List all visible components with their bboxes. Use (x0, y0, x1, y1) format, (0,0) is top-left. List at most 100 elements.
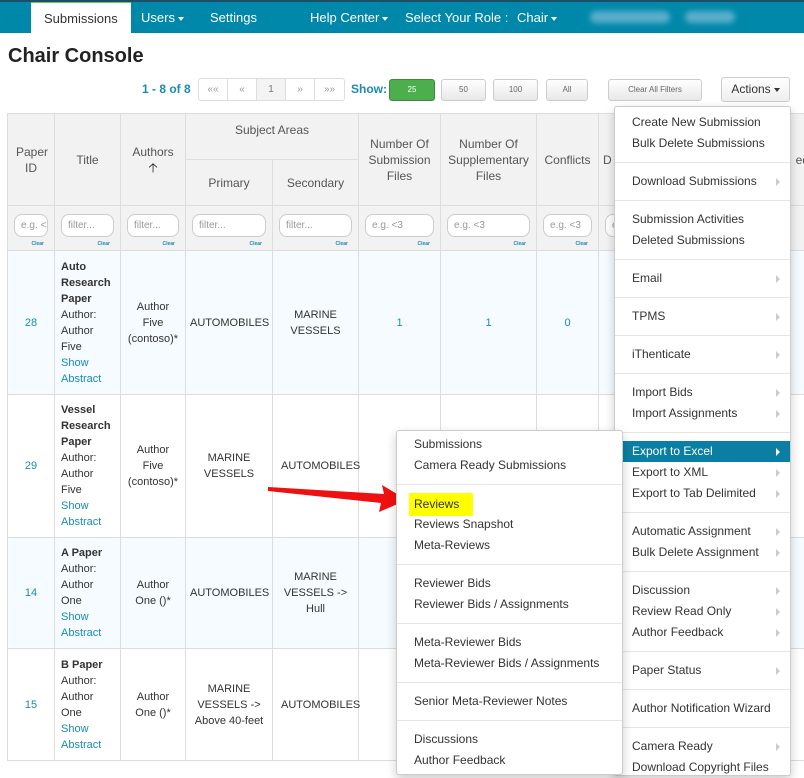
menu-item-label: TPMS (632, 309, 665, 323)
menu-item-label: Download Copyright Files (632, 760, 769, 774)
chevron-right-icon (776, 587, 780, 595)
menu-item-label: Author Feedback (414, 753, 505, 767)
export-menu-item-reviewer-bids[interactable]: Reviewer Bids (397, 573, 622, 594)
menu-item-label: Import Bids (632, 385, 693, 399)
actions-menu-item-discussion[interactable]: Discussion (615, 580, 790, 601)
export-menu-item-reviewer-bids-assignments[interactable]: Reviewer Bids / Assignments (397, 594, 622, 615)
menu-divider (615, 200, 790, 201)
menu-item-label: Paper Status (632, 663, 701, 677)
actions-menu-item-tpms[interactable]: TPMS (615, 306, 790, 327)
actions-menu-item-ithenticate[interactable]: iThenticate (615, 344, 790, 365)
menu-item-label: Author Notification Wizard (632, 701, 771, 715)
actions-menu-item-create-new-submission[interactable]: Create New Submission (615, 112, 790, 133)
export-menu-item-author-feedback[interactable]: Author Feedback (397, 750, 622, 771)
export-menu-item-senior-meta-reviewer-notes[interactable]: Senior Meta-Reviewer Notes (397, 691, 622, 712)
chevron-right-icon (776, 629, 780, 637)
export-menu-item-reviews-snapshot[interactable]: Reviews Snapshot (397, 514, 622, 535)
menu-divider (397, 682, 622, 683)
menu-item-label: Export to XML (632, 465, 708, 479)
menu-item-label: Reviewer Bids / Assignments (414, 597, 569, 611)
menu-divider (397, 564, 622, 565)
export-menu-item-meta-reviews[interactable]: Meta-Reviews (397, 535, 622, 556)
chevron-right-icon (776, 490, 780, 498)
menu-divider (615, 373, 790, 374)
chevron-right-icon (776, 528, 780, 536)
menu-divider (615, 651, 790, 652)
export-menu-item-meta-reviewer-bids[interactable]: Meta-Reviewer Bids (397, 632, 622, 653)
menu-item-label: Submission Activities (632, 212, 744, 226)
menu-divider (615, 259, 790, 260)
export-menu-item-meta-reviewer-bids-assignments[interactable]: Meta-Reviewer Bids / Assignments (397, 653, 622, 674)
menu-divider (615, 689, 790, 690)
menu-divider (615, 297, 790, 298)
menu-item-label: Download Submissions (632, 174, 757, 188)
actions-menu-item-email[interactable]: Email (615, 268, 790, 289)
menu-item-label: Review Read Only (632, 604, 731, 618)
actions-menu-item-download-submissions[interactable]: Download Submissions (615, 171, 790, 192)
actions-menu-item-submission-activities[interactable]: Submission Activities (615, 209, 790, 230)
actions-menu-item-bulk-delete-submissions[interactable]: Bulk Delete Submissions (615, 133, 790, 154)
actions-menu-item-author-feedback[interactable]: Author Feedback (615, 622, 790, 643)
export-excel-submenu: Submissions Camera Ready Submissions Revie… (396, 430, 623, 775)
menu-divider (615, 432, 790, 433)
menu-item-label: Camera Ready (632, 739, 713, 753)
menu-item-label: Bulk Delete Assignment (632, 545, 759, 559)
actions-menu-item-export-to-tab-delimited[interactable]: Export to Tab Delimited (615, 483, 790, 504)
actions-menu-item-import-assignments[interactable]: Import Assignments (615, 403, 790, 424)
menu-divider (615, 571, 790, 572)
highlighted-menu-item-label: Reviews (409, 493, 473, 516)
chevron-right-icon (776, 608, 780, 616)
menu-item-label: Meta-Reviewer Bids (414, 635, 521, 649)
menu-item-label: Create New Submission (632, 115, 761, 129)
export-menu-item-discussions[interactable]: Discussions (397, 729, 622, 750)
chevron-right-icon (776, 410, 780, 418)
menu-divider (397, 623, 622, 624)
red-arrow-icon (268, 485, 407, 512)
menu-item-label: Automatic Assignment (632, 524, 751, 538)
chevron-right-icon (776, 549, 780, 557)
menu-divider (615, 512, 790, 513)
actions-menu-item-download-copyright-files[interactable]: Download Copyright Files (615, 757, 790, 778)
chevron-right-icon (776, 667, 780, 675)
menu-item-label: Discussions (414, 732, 478, 746)
chevron-right-icon (776, 389, 780, 397)
chevron-right-icon (776, 313, 780, 321)
chevron-right-icon (776, 469, 780, 477)
actions-menu-item-import-bids[interactable]: Import Bids (615, 382, 790, 403)
chevron-right-icon (776, 351, 780, 359)
menu-item-label: Export to Excel (632, 444, 713, 458)
actions-menu-item-deleted-submissions[interactable]: Deleted Submissions (615, 230, 790, 251)
export-menu-item-camera-ready-submissions[interactable]: Camera Ready Submissions (397, 455, 622, 476)
menu-divider (397, 720, 622, 721)
menu-item-label: Meta-Reviewer Bids / Assignments (414, 656, 599, 670)
menu-item-label: Camera Ready Submissions (414, 458, 566, 472)
chevron-right-icon (776, 178, 780, 186)
export-menu-item-reviews[interactable]: Reviews (397, 493, 622, 514)
actions-menu-item-review-read-only[interactable]: Review Read Only (615, 601, 790, 622)
actions-menu-item-export-to-xml[interactable]: Export to XML (615, 462, 790, 483)
export-menu-item-submissions[interactable]: Submissions (397, 434, 622, 455)
menu-item-label: Export to Tab Delimited (632, 486, 756, 500)
actions-dropdown-menu: Create New Submission Bulk Delete Submiss… (614, 106, 791, 776)
menu-item-label: Submissions (414, 437, 482, 451)
chevron-right-icon (776, 448, 780, 456)
actions-menu-item-camera-ready[interactable]: Camera Ready (615, 736, 790, 757)
menu-divider (615, 162, 790, 163)
actions-menu-item-paper-status[interactable]: Paper Status (615, 660, 790, 681)
actions-menu-item-author-notification-wizard[interactable]: Author Notification Wizard (615, 698, 790, 719)
menu-item-label: Reviews Snapshot (414, 517, 513, 531)
menu-divider (615, 727, 790, 728)
menu-item-label: Meta-Reviews (414, 538, 490, 552)
menu-item-label: Bulk Delete Submissions (632, 136, 765, 150)
menu-divider (615, 335, 790, 336)
chevron-right-icon (776, 275, 780, 283)
actions-menu-item-bulk-delete-assignment[interactable]: Bulk Delete Assignment (615, 542, 790, 563)
actions-menu-item-export-to-excel[interactable]: Export to Excel (615, 441, 790, 462)
actions-menu-item-automatic-assignment[interactable]: Automatic Assignment (615, 521, 790, 542)
menu-item-label: Email (632, 271, 662, 285)
menu-item-label: Reviewer Bids (414, 576, 491, 590)
menu-divider (397, 484, 622, 485)
menu-item-label: Senior Meta-Reviewer Notes (414, 694, 567, 708)
menu-item-label: Author Feedback (632, 625, 723, 639)
menu-item-label: Deleted Submissions (632, 233, 745, 247)
